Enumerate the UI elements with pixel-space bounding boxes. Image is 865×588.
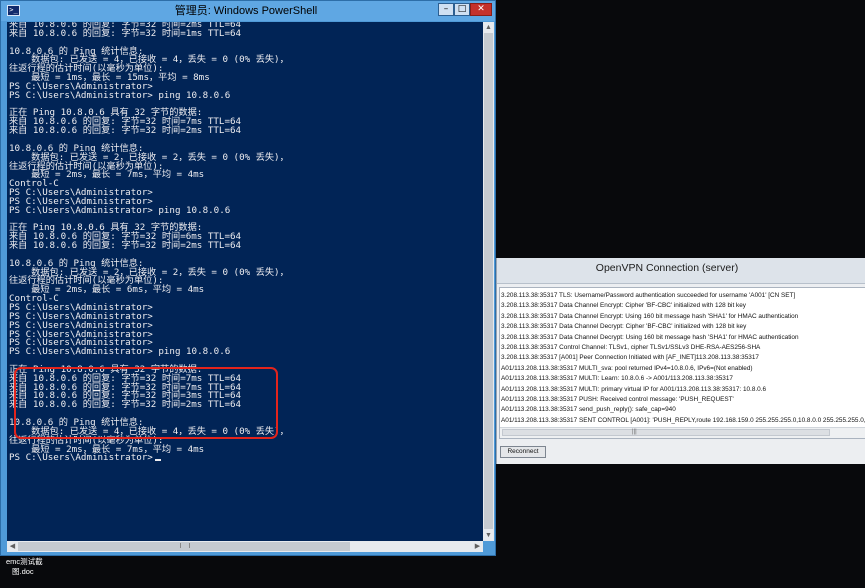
log-line: A01/113.208.113.38:35317 MULTI: primary … <box>501 385 767 393</box>
log-line: A01/113.208.113.38:35317 MULTI: Learn: 1… <box>501 375 733 383</box>
openvpn-log[interactable]: 3.208.113.38:35317 TLS: Username/Passwor… <box>499 287 865 439</box>
log-scroll-thumb[interactable] <box>502 429 830 436</box>
console-line: PS C:\Users\Administrator> ping 10.8.0.6 <box>9 89 231 101</box>
desktop-icon-label-line1: emc测试截 <box>6 557 43 566</box>
log-line: 3.208.113.38:35317 Data Channel Encrypt:… <box>501 312 799 320</box>
desktop-file-icon[interactable]: emc测试截 图.doc <box>6 557 66 577</box>
vertical-scrollbar[interactable]: ▲ ▼ <box>483 22 494 541</box>
console-line: PS C:\Users\Administrator> ping 10.8.0.6 <box>9 346 231 358</box>
log-horizontal-scrollbar[interactable]: ||| <box>500 427 865 438</box>
window-title: 管理员: Windows PowerShell <box>174 5 318 17</box>
close-button[interactable]: ✕ <box>470 3 492 16</box>
horizontal-scrollbar[interactable]: ◀ ▶ <box>7 541 483 552</box>
minimize-button[interactable]: – <box>438 3 454 16</box>
scroll-right-icon[interactable]: ▶ <box>472 541 483 552</box>
scroll-left-icon[interactable]: ◀ <box>7 541 18 552</box>
console-line: 来自 10.8.0.6 的回复: 字节=32 时间=2ms TTL=64 <box>9 125 242 137</box>
console-line: PS C:\Users\Administrator> ping 10.8.0.6 <box>9 204 231 216</box>
console-line: PS C:\Users\Administrator> <box>9 453 289 463</box>
log-line: 3.208.113.38:35317 Data Channel Decrypt:… <box>501 333 799 341</box>
scroll-down-icon[interactable]: ▼ <box>483 530 494 541</box>
scroll-grip-icon: ||| <box>632 429 637 435</box>
log-line: 3.208.113.38:35317 TLS: Username/Passwor… <box>501 292 796 299</box>
log-line: A01/113.208.113.38:35317 PUSH: Received … <box>501 395 734 403</box>
openvpn-window: OpenVPN Connection (server) 3.208.113.38… <box>496 258 865 464</box>
log-line: 3.208.113.38:35317 [A001] Peer Connectio… <box>501 354 759 362</box>
console-line: 来自 10.8.0.6 的回复: 字节=32 时间=2ms TTL=64 <box>9 240 242 252</box>
powershell-window: >_ 管理员: Windows PowerShell – □ ✕ 来自 10.8… <box>0 0 496 556</box>
vertical-scroll-thumb[interactable] <box>484 33 493 529</box>
highlight-annotation <box>14 367 278 439</box>
openvpn-title: OpenVPN Connection (server) <box>595 262 739 274</box>
openvpn-log-lines: 3.208.113.38:35317 TLS: Username/Passwor… <box>501 291 865 426</box>
scroll-up-icon[interactable]: ▲ <box>483 22 494 33</box>
log-line: 3.208.113.38:35317 Control Channel: TLSv… <box>501 343 761 351</box>
powershell-app-icon[interactable]: >_ <box>7 5 20 16</box>
log-line: 3.208.113.38:35317 Data Channel Decrypt:… <box>501 323 747 331</box>
console-line: 来自 10.8.0.6 的回复: 字节=32 时间=1ms TTL=64 <box>9 27 242 39</box>
openvpn-titlebar[interactable]: OpenVPN Connection (server) <box>497 258 865 284</box>
desktop-icon-label-line2: 图.doc <box>12 567 34 576</box>
console-output[interactable]: 来自 10.8.0.6 的回复: 字节=32 时间=2ms TTL=64 来自 1… <box>7 22 483 541</box>
log-line: 3.208.113.38:35317 Data Channel Encrypt:… <box>501 302 746 310</box>
log-line: A01/113.208.113.38:35317 MULTI_sva: pool… <box>501 364 753 372</box>
log-line: A01/113.208.113.38:35317 SENT CONTROL [A… <box>501 416 865 424</box>
log-line: A01/113.208.113.38:35317 send_push_reply… <box>501 406 676 414</box>
text-cursor <box>154 459 161 462</box>
reconnect-button[interactable]: Reconnect <box>500 446 546 458</box>
powershell-titlebar[interactable]: >_ 管理员: Windows PowerShell – □ ✕ <box>1 1 495 21</box>
scroll-grip-icon <box>180 543 190 548</box>
maximize-button[interactable]: □ <box>454 3 470 16</box>
